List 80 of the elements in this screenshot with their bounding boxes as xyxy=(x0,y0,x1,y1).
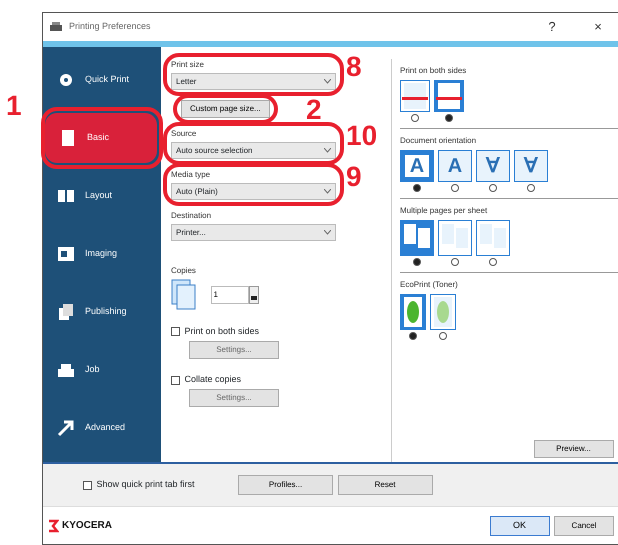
chevron-icon xyxy=(324,79,331,84)
dropdown[interactable]: Printer... xyxy=(171,224,336,241)
checkbox[interactable] xyxy=(171,327,180,336)
chevron-icon xyxy=(324,189,331,194)
chevron-icon xyxy=(324,230,331,235)
field-label: Destination xyxy=(171,210,212,222)
copies-field[interactable]: 1 xyxy=(210,286,248,304)
radio-button[interactable] xyxy=(527,184,535,192)
duplex-page-icon xyxy=(400,80,430,112)
dialog-button[interactable]: Reset xyxy=(338,475,433,495)
checkbox-label: Print on both sides xyxy=(184,325,260,338)
sidebar-tab[interactable]: Job xyxy=(43,341,161,399)
leaf-icon xyxy=(430,294,456,330)
callout-number: 2 xyxy=(306,96,322,124)
orientation-option[interactable]: ∀ xyxy=(514,150,548,182)
callout-number: 1 xyxy=(6,92,22,120)
sidebar-tab[interactable]: Quick Print xyxy=(43,51,161,109)
dropdown[interactable]: Auto source selection xyxy=(171,142,336,159)
sidebar-tab[interactable]: Advanced xyxy=(43,399,161,457)
sidebar-tab[interactable]: Layout xyxy=(43,167,161,225)
dropdown[interactable]: Letter xyxy=(171,73,336,90)
pages-icon xyxy=(57,303,75,321)
pages-icon xyxy=(438,220,472,256)
ok-button[interactable]: OK xyxy=(490,516,550,536)
preview-button[interactable]: Preview... xyxy=(534,440,614,458)
custom-size-button[interactable]: Custom page size... xyxy=(181,100,270,118)
radio-button[interactable] xyxy=(411,114,419,122)
radio-button[interactable] xyxy=(439,332,447,340)
close-button[interactable]: × xyxy=(578,17,618,37)
sidebar-tab[interactable]: Publishing xyxy=(43,283,161,341)
cancel-button[interactable]: Cancel xyxy=(554,516,614,536)
section-label: Print on both sides xyxy=(400,65,468,77)
radio-button[interactable] xyxy=(445,114,453,122)
sidebar-tab[interactable]: Imaging xyxy=(43,225,161,283)
callout-number: 8 xyxy=(346,53,362,81)
spinner-icon xyxy=(248,286,258,304)
logo-icon xyxy=(47,518,59,532)
chevron-icon xyxy=(324,148,331,153)
radio-button[interactable] xyxy=(451,184,459,192)
checkbox[interactable] xyxy=(83,480,92,490)
dialog-button[interactable]: Profiles... xyxy=(238,475,334,495)
section-label: Multiple pages per sheet xyxy=(400,205,488,217)
radio-button[interactable] xyxy=(413,184,421,192)
pages-icon xyxy=(476,220,510,256)
settings-button[interactable]: Settings... xyxy=(189,340,279,359)
duplex-page-icon xyxy=(434,80,464,112)
image-icon xyxy=(57,245,75,263)
tray-icon xyxy=(57,361,75,379)
radio-button[interactable] xyxy=(413,258,421,266)
field-label: Copies xyxy=(171,264,197,276)
copies-icon xyxy=(171,278,197,310)
callout-number: 10 xyxy=(346,122,378,150)
callout-number: 9 xyxy=(346,163,362,191)
radio-button[interactable] xyxy=(489,184,497,192)
checkbox-label: Show quick print tab first xyxy=(96,478,195,492)
section-label: Document orientation xyxy=(400,135,478,147)
radio-button[interactable] xyxy=(409,332,417,340)
checkbox[interactable] xyxy=(171,376,180,384)
radio-button[interactable] xyxy=(451,258,459,266)
help-button[interactable]: ? xyxy=(532,17,572,37)
checkbox-label: Collate copies xyxy=(184,373,242,386)
page-icon xyxy=(59,129,77,147)
radio-button[interactable] xyxy=(489,258,497,266)
layout-icon xyxy=(57,187,75,205)
orientation-option[interactable]: ∀ xyxy=(476,150,510,182)
field-label: Source xyxy=(171,128,198,140)
sidebar-tab[interactable]: Basic xyxy=(45,113,157,163)
window-title: Printing Preferences xyxy=(69,20,152,34)
pages-icon xyxy=(400,220,434,256)
settings-button[interactable]: Settings... xyxy=(189,389,279,407)
leaf-icon xyxy=(400,294,426,330)
field-label: Media type xyxy=(171,169,212,181)
printer-icon xyxy=(49,21,63,33)
gear-icon xyxy=(57,71,75,89)
field-label: Print size xyxy=(171,59,205,71)
logo-text: KYOCERA xyxy=(62,519,112,533)
dropdown[interactable]: Auto (Plain) xyxy=(171,183,336,200)
section-label: EcoPrint (Toner) xyxy=(400,279,459,291)
arrow-icon xyxy=(57,419,75,437)
orientation-option[interactable]: A xyxy=(438,150,472,182)
